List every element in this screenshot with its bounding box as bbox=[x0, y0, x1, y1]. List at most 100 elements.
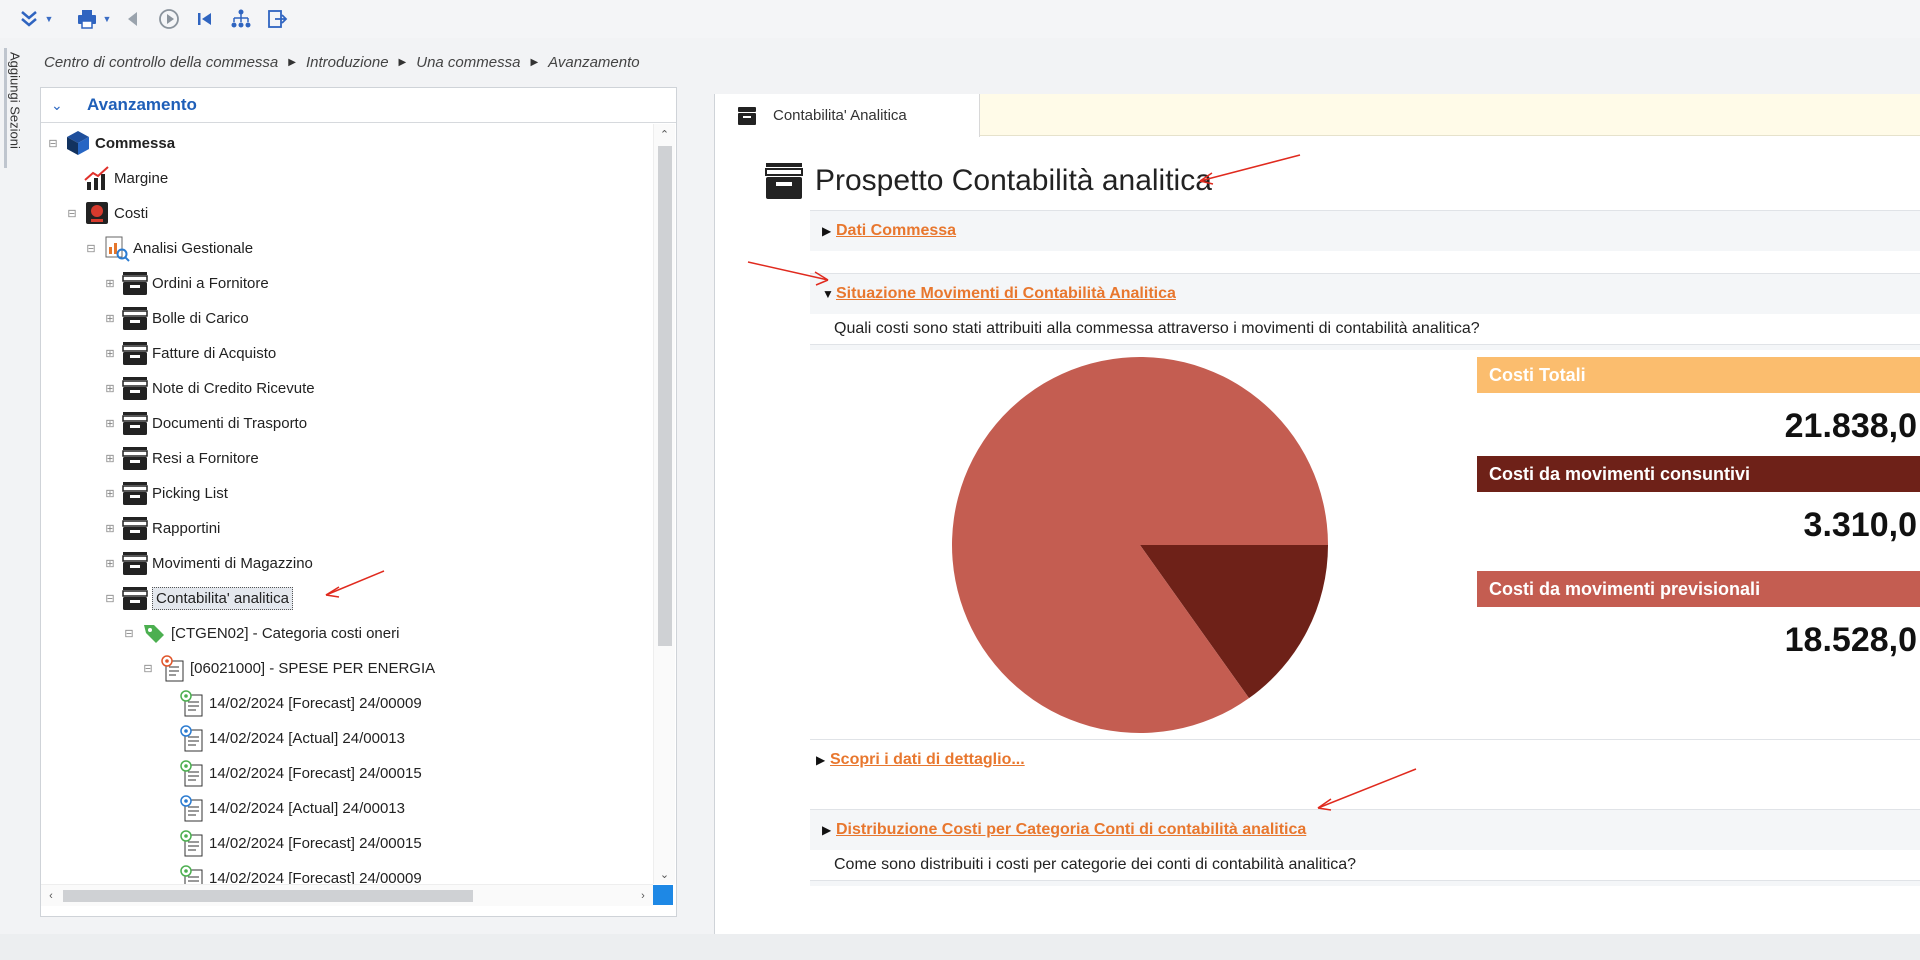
chevron-down-icon[interactable]: ⌄ bbox=[51, 97, 71, 114]
tree-item-label: Commessa bbox=[95, 134, 176, 152]
expand-node-icon[interactable]: ⊞ bbox=[104, 347, 116, 360]
expand-node-icon[interactable]: ⊞ bbox=[104, 522, 116, 535]
breadcrumb: Centro di controllo della commessa ▶ Int… bbox=[44, 54, 640, 71]
triangle-right-icon[interactable]: ▶ bbox=[822, 224, 832, 238]
cube-icon bbox=[63, 128, 93, 158]
tree-item[interactable]: 14/02/2024 [Forecast] 24/00009 bbox=[161, 688, 422, 718]
tree-item-label: Fatture di Acquisto bbox=[152, 344, 277, 362]
collapse-node-icon[interactable]: ⊟ bbox=[104, 592, 116, 605]
tree-title: Avanzamento bbox=[87, 95, 197, 114]
hierarchy-icon[interactable] bbox=[226, 4, 256, 34]
tree-item-label: 14/02/2024 [Actual] 24/00013 bbox=[209, 799, 405, 817]
tree-item[interactable]: ⊟ Contabilita' analitica bbox=[104, 583, 293, 613]
collapse-icon[interactable] bbox=[14, 4, 44, 34]
tree-item[interactable]: ⊞ Fatture di Acquisto bbox=[104, 338, 276, 368]
tree-item[interactable]: 14/02/2024 [Actual] 24/00013 bbox=[161, 723, 405, 753]
tree-item[interactable]: ⊞ Ordini a Fornitore bbox=[104, 268, 269, 298]
print-dropdown-icon[interactable]: ▼ bbox=[102, 4, 112, 34]
section-header[interactable]: ▶ Distribuzione Costi per Categoria Cont… bbox=[810, 810, 1920, 850]
collapse-node-icon[interactable]: ⊟ bbox=[66, 207, 78, 220]
collapse-dropdown-icon[interactable]: ▼ bbox=[44, 4, 54, 34]
breadcrumb-separator-icon: ▶ bbox=[398, 57, 407, 68]
add-sections-tab[interactable]: Aggiungi Sezioni bbox=[0, 48, 30, 178]
tree-item[interactable]: ⊟ [CTGEN02] - Categoria costi oneri bbox=[123, 618, 399, 648]
expand-node-icon[interactable]: ⊞ bbox=[104, 417, 116, 430]
tree-item-label: Rapportini bbox=[152, 519, 221, 537]
expand-node-icon[interactable]: ⊞ bbox=[104, 487, 116, 500]
expand-node-icon[interactable]: ⊞ bbox=[104, 277, 116, 290]
doc-forecast-icon bbox=[177, 758, 207, 788]
exit-icon[interactable] bbox=[262, 4, 292, 34]
tree-item[interactable]: 14/02/2024 [Forecast] 24/00015 bbox=[161, 758, 422, 788]
tree-item[interactable]: ⊞ Resi a Fornitore bbox=[104, 443, 259, 473]
play-icon[interactable] bbox=[154, 4, 184, 34]
tree-item-label: Note di Credito Ricevute bbox=[152, 379, 315, 397]
section-link[interactable]: Situazione Movimenti di Contabilità Anal… bbox=[836, 285, 1176, 303]
triangle-down-icon[interactable]: ▼ bbox=[822, 287, 834, 301]
expand-node-icon[interactable]: ⊞ bbox=[104, 382, 116, 395]
tree-item[interactable]: 14/02/2024 [Actual] 24/00013 bbox=[161, 793, 405, 823]
triangle-right-icon[interactable]: ▶ bbox=[822, 823, 832, 837]
section-question: Quali costi sono stati attribuiti alla c… bbox=[810, 314, 1920, 345]
expand-node-icon[interactable]: ⊞ bbox=[104, 557, 116, 570]
tree-item[interactable]: ⊟ Commessa bbox=[47, 128, 175, 158]
kpi-costi-previsionali: Costi da movimenti previsionali 18.528,0 bbox=[1477, 571, 1920, 673]
tree-item-label: Picking List bbox=[152, 484, 228, 502]
collapse-node-icon[interactable]: ⊟ bbox=[123, 627, 135, 640]
scrollbar-thumb[interactable] bbox=[658, 146, 672, 646]
scroll-right-icon[interactable]: › bbox=[633, 885, 653, 907]
breadcrumb-item[interactable]: Una commessa bbox=[416, 54, 520, 71]
section-link[interactable]: Distribuzione Costi per Categoria Conti … bbox=[836, 821, 1306, 839]
doc-forecast-icon bbox=[177, 688, 207, 718]
drawer-icon bbox=[120, 548, 150, 578]
scrollbar-thumb[interactable] bbox=[63, 890, 473, 902]
scroll-down-icon[interactable]: ⌄ bbox=[654, 864, 675, 884]
collapse-node-icon[interactable]: ⊟ bbox=[47, 137, 59, 150]
back-icon[interactable] bbox=[118, 4, 148, 34]
kpi-value: 3.310,0 bbox=[1803, 505, 1917, 544]
tree-item[interactable]: ⊟ [06021000] - SPESE PER ENERGIA bbox=[142, 653, 435, 683]
tree-item[interactable]: ⊞ Rapportini bbox=[104, 513, 220, 543]
drawer-icon bbox=[120, 513, 150, 543]
tree-item[interactable]: ⊞ Picking List bbox=[104, 478, 228, 508]
kpi-costi-consuntivi: Costi da movimenti consuntivi 3.310,0 bbox=[1477, 456, 1920, 558]
drawer-icon bbox=[120, 583, 150, 613]
tree-item[interactable]: 14/02/2024 [Forecast] 24/00015 bbox=[161, 828, 422, 858]
breadcrumb-item[interactable]: Introduzione bbox=[306, 54, 389, 71]
detail-link[interactable]: Scopri i dati di dettaglio... bbox=[830, 751, 1025, 769]
kpi-label-bar: Costi da movimenti previsionali bbox=[1477, 571, 1920, 607]
section-header[interactable]: ▶ Dati Commessa bbox=[810, 211, 1920, 251]
tree-item[interactable]: 14/02/2024 [Forecast] 24/00009 bbox=[161, 863, 422, 884]
scroll-up-icon[interactable]: ⌃ bbox=[654, 124, 675, 144]
collapse-node-icon[interactable]: ⊟ bbox=[142, 662, 154, 675]
tree-item[interactable]: ⊟ Analisi Gestionale bbox=[85, 233, 253, 263]
breadcrumb-separator-icon: ▶ bbox=[288, 57, 296, 68]
print-icon[interactable] bbox=[72, 4, 102, 34]
tree-item[interactable]: ⊞ Note di Credito Ricevute bbox=[104, 373, 315, 403]
tree-item[interactable]: ⊟ Costi bbox=[66, 198, 148, 228]
horizontal-scrollbar[interactable]: ‹ › bbox=[41, 884, 653, 906]
expand-node-icon[interactable]: ⊞ bbox=[104, 452, 116, 465]
tree-item[interactable]: ⊞ Movimenti di Magazzino bbox=[104, 548, 313, 578]
breadcrumb-separator-icon: ▶ bbox=[530, 57, 539, 68]
triangle-right-icon[interactable]: ▶ bbox=[816, 753, 826, 767]
tab-contabilita-analitica[interactable]: Contabilita' Analitica bbox=[715, 94, 980, 137]
collapse-node-icon[interactable]: ⊟ bbox=[85, 242, 97, 255]
first-icon[interactable] bbox=[190, 4, 220, 34]
tree-item-label: 14/02/2024 [Forecast] 24/00009 bbox=[209, 694, 422, 712]
scroll-left-icon[interactable]: ‹ bbox=[41, 885, 61, 907]
breadcrumb-item[interactable]: Avanzamento bbox=[548, 54, 639, 71]
tree-header[interactable]: ⌄ Avanzamento bbox=[41, 88, 676, 123]
tree-item[interactable]: ⊞ Bolle di Carico bbox=[104, 303, 249, 333]
breadcrumb-item[interactable]: Centro di controllo della commessa bbox=[44, 54, 278, 71]
section-link[interactable]: Dati Commessa bbox=[836, 222, 956, 240]
vertical-scrollbar[interactable]: ⌃ ⌄ bbox=[653, 124, 675, 884]
section-header[interactable]: ▼ Situazione Movimenti di Contabilità An… bbox=[810, 274, 1920, 314]
expand-node-icon[interactable]: ⊞ bbox=[104, 312, 116, 325]
tree-item[interactable]: ⊞ Documenti di Trasporto bbox=[104, 408, 307, 438]
tree-item[interactable]: Margine bbox=[66, 163, 168, 193]
